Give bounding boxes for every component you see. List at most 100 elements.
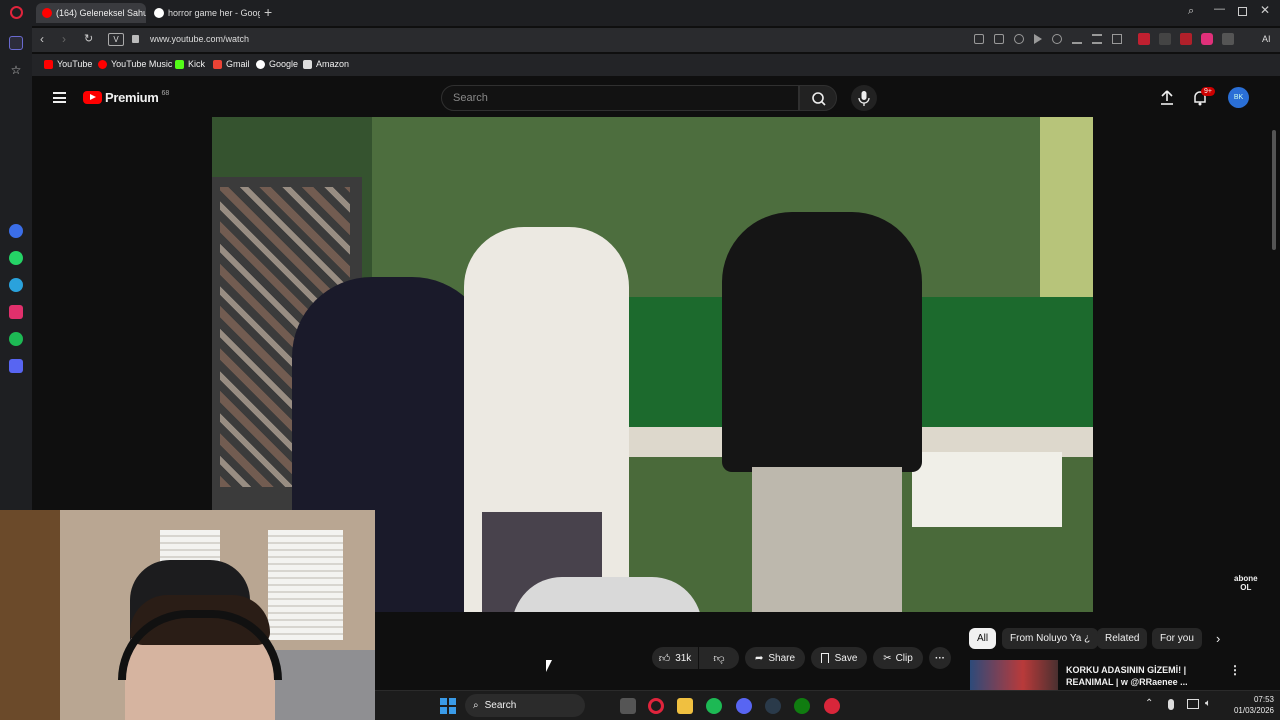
- wallet-icon[interactable]: [1112, 34, 1122, 44]
- download-icon[interactable]: [1072, 34, 1082, 44]
- webcam-wardrobe: [0, 510, 60, 720]
- volume-icon[interactable]: 🔈︎: [1205, 698, 1211, 709]
- google-icon: [256, 59, 265, 69]
- steam-icon[interactable]: [765, 698, 781, 714]
- share-button[interactable]: ➦ Share: [745, 647, 805, 669]
- video-sink: [912, 452, 1062, 527]
- avatar[interactable]: BK: [1228, 87, 1249, 108]
- search-tabs-icon[interactable]: ⌕: [1188, 5, 1194, 18]
- tab-bar: (164) Geleneksel Sahu horror game her - …: [0, 0, 1280, 26]
- whatsapp-icon[interactable]: [9, 251, 23, 265]
- ext-icon-5[interactable]: [1222, 33, 1234, 45]
- file-explorer-icon[interactable]: [677, 698, 693, 714]
- webcam-window-right: [268, 530, 343, 640]
- bookmark-youtube-music[interactable]: YouTube Music: [98, 59, 172, 69]
- scissors-icon: ✂: [883, 652, 892, 664]
- subscribe-watermark-label[interactable]: abone OL: [1234, 574, 1258, 592]
- xbox-icon[interactable]: [794, 698, 810, 714]
- taskbar-search[interactable]: ⌕ Search: [465, 694, 585, 717]
- voice-search-button[interactable]: [851, 85, 877, 111]
- menu-icon[interactable]: [1092, 34, 1102, 44]
- new-tab-button[interactable]: +: [264, 4, 272, 20]
- heart-icon[interactable]: [1052, 34, 1062, 44]
- instagram-icon[interactable]: [9, 305, 23, 319]
- save-button[interactable]: Save: [811, 647, 867, 669]
- video-person-right: [722, 212, 922, 472]
- chip-from-channel[interactable]: From Noluyo Ya ¿: [1002, 628, 1099, 649]
- spotify-icon[interactable]: [706, 698, 722, 714]
- star-icon[interactable]: ☆: [9, 63, 23, 77]
- browser-logo-icon[interactable]: [10, 6, 23, 19]
- tab-title: horror game her - Google: [168, 8, 260, 18]
- bookmark-google[interactable]: Google: [256, 59, 298, 69]
- clip-button[interactable]: ✂ Clip: [873, 647, 923, 669]
- hamburger-menu-icon[interactable]: [53, 92, 66, 103]
- windows-start-icon[interactable]: [440, 698, 456, 714]
- network-icon[interactable]: [1187, 699, 1199, 709]
- search-button[interactable]: [799, 85, 837, 111]
- tab-youtube[interactable]: (164) Geleneksel Sahu: [36, 3, 146, 23]
- vpn-badge[interactable]: V: [108, 33, 124, 46]
- video-window-shelf: [1040, 117, 1093, 297]
- recommended-title[interactable]: KORKU ADASININ GİZEMİ! | REANIMAL | w @R…: [1066, 664, 1188, 688]
- home-icon[interactable]: [9, 36, 23, 50]
- microphone-icon: [858, 91, 870, 106]
- recommended-menu-icon[interactable]: ⋮: [1229, 663, 1241, 677]
- maximize-button[interactable]: [1238, 7, 1247, 16]
- youtube-play-icon: [83, 91, 102, 104]
- clock-date: 01/03/2026: [1233, 706, 1274, 715]
- chip-for-you[interactable]: For you: [1152, 628, 1202, 649]
- ext-icon-3[interactable]: [1180, 33, 1192, 45]
- minimize-button[interactable]: —: [1214, 3, 1225, 15]
- youtube-favicon-icon: [42, 8, 52, 18]
- opera-icon[interactable]: [648, 698, 664, 714]
- forward-button[interactable]: ›: [62, 32, 66, 46]
- url-input[interactable]: www.youtube.com/watch: [150, 34, 249, 44]
- ext-icon-4[interactable]: [1201, 33, 1213, 45]
- app-icon-red[interactable]: [824, 698, 840, 714]
- bookmark-kick[interactable]: Kick: [175, 59, 205, 69]
- chip-all[interactable]: All: [969, 628, 997, 649]
- back-button[interactable]: ‹: [40, 32, 44, 46]
- edit-icon[interactable]: [974, 34, 984, 44]
- telegram-icon[interactable]: [9, 278, 23, 292]
- ext-icon-2[interactable]: [1159, 33, 1171, 45]
- recommended-thumbnail[interactable]: [970, 660, 1058, 690]
- chip-related[interactable]: Related: [1097, 628, 1148, 649]
- chips-next-chevron-icon[interactable]: ›: [1216, 631, 1220, 646]
- shield-icon[interactable]: [1014, 34, 1024, 44]
- thumbs-down-icon: 👎︎: [713, 652, 725, 665]
- ai-button[interactable]: AI: [1262, 34, 1271, 44]
- spotify-icon[interactable]: [9, 332, 23, 346]
- camera-icon[interactable]: [994, 34, 1004, 44]
- reload-button[interactable]: ↻: [84, 32, 93, 45]
- clock-time: 07:53: [1253, 695, 1274, 704]
- youtube-icon: [44, 59, 53, 69]
- play-icon[interactable]: [1034, 34, 1042, 44]
- more-actions-button[interactable]: ···: [929, 647, 951, 669]
- bookmark-youtube[interactable]: YouTube: [44, 59, 92, 69]
- discord-icon[interactable]: [736, 698, 752, 714]
- page-scrollbar[interactable]: [1272, 130, 1276, 250]
- close-window-button[interactable]: ✕: [1260, 3, 1270, 17]
- thumbs-up-icon: 👍︎: [658, 652, 671, 665]
- google-favicon-icon: [154, 8, 164, 18]
- dislike-button[interactable]: 👎︎: [699, 647, 739, 669]
- logo-text: Premium: [105, 90, 159, 105]
- tray-chevron-icon[interactable]: ⌃: [1145, 698, 1153, 709]
- like-button[interactable]: 👍︎ 31k: [652, 647, 698, 669]
- upload-icon[interactable]: [1160, 90, 1174, 105]
- ext-icon-1[interactable]: [1138, 33, 1150, 45]
- messenger-icon[interactable]: [9, 224, 23, 238]
- tab-google[interactable]: horror game her - Google: [148, 3, 260, 23]
- mic-tray-icon[interactable]: [1168, 699, 1174, 710]
- bookmarks-bar: YouTube YouTube Music Kick Gmail Google …: [32, 54, 1280, 76]
- task-view-icon[interactable]: [620, 698, 636, 714]
- bookmark-amazon[interactable]: Amazon: [303, 59, 349, 69]
- player-icon[interactable]: [9, 359, 23, 373]
- search-input[interactable]: Search: [441, 85, 799, 111]
- share-icon: ➦: [754, 652, 764, 664]
- bookmark-gmail[interactable]: Gmail: [213, 59, 250, 69]
- clock[interactable]: 07:53 01/03/2026: [1220, 694, 1274, 716]
- youtube-logo[interactable]: Premium 68: [83, 90, 169, 105]
